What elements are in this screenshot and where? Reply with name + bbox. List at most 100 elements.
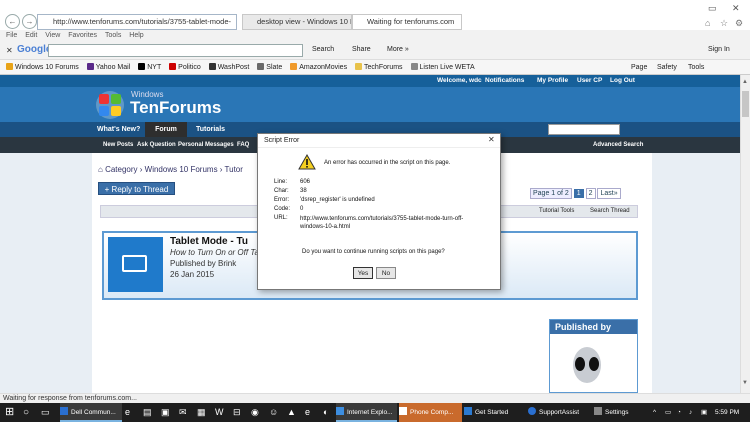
search-thread-menu[interactable]: Search Thread (590, 208, 630, 214)
fav-slate[interactable]: Slate (257, 60, 282, 75)
notification-icon[interactable]: ▣ (701, 403, 711, 422)
fav-amazon-movies[interactable]: AmazonMovies (290, 60, 347, 75)
log-out-link[interactable]: Log Out (610, 75, 635, 87)
breadcrumb-forums[interactable]: Windows 10 Forums (145, 165, 218, 174)
word-icon[interactable]: W (215, 403, 229, 422)
home-icon[interactable]: ⌂ (705, 18, 710, 28)
scroll-down-icon[interactable]: ▼ (742, 380, 748, 386)
google-search-button[interactable]: Search (312, 46, 334, 53)
mail-icon[interactable]: ✉ (179, 403, 193, 422)
start-icon[interactable]: ⊞ (5, 403, 19, 422)
clock[interactable]: 5:59 PM (715, 403, 748, 422)
network-icon[interactable]: ◔ (677, 403, 687, 422)
calculator-icon[interactable]: ⊟ (233, 403, 247, 422)
menu-view[interactable]: View (45, 32, 60, 39)
reply-to-thread-button[interactable]: + Reply to Thread (98, 182, 175, 195)
app-icon[interactable]: ▦ (197, 403, 211, 422)
page-scrollbar[interactable]: ▲ ▼ (740, 75, 750, 393)
fav-techforums[interactable]: TechForums (355, 60, 403, 75)
taskbar-settings[interactable]: Settings (594, 403, 644, 422)
ask-question-link[interactable]: Ask Question (137, 137, 176, 153)
share-button[interactable]: Share (352, 46, 371, 53)
scroll-up-icon[interactable]: ▲ (742, 79, 748, 85)
forward-button[interactable]: → (22, 14, 37, 29)
last-page-link[interactable]: Last» (597, 188, 621, 199)
fav-politico[interactable]: Politico (169, 60, 201, 75)
home-icon[interactable]: ⌂ (98, 165, 103, 174)
fav-yahoo-mail[interactable]: Yahoo Mail (86, 60, 130, 75)
page-1[interactable]: 1 (573, 189, 584, 198)
fav-washpost[interactable]: WashPost (208, 60, 249, 75)
personal-messages-link[interactable]: Personal Messages (178, 137, 234, 153)
people-icon[interactable]: ☺ (269, 403, 283, 422)
menu-favorites[interactable]: Favorites (68, 32, 97, 39)
safety-menu[interactable]: Safety (657, 60, 677, 75)
nav-whats-new[interactable]: What's New? (97, 122, 140, 137)
tab-waiting[interactable]: Waiting for tenforums.com (352, 14, 462, 30)
taskbar-label: Settings (605, 409, 629, 416)
taskbar-supportassist[interactable]: SupportAssist (528, 403, 590, 422)
page-menu[interactable]: Page (631, 60, 647, 75)
scroll-thumb[interactable] (742, 91, 749, 117)
photos-icon[interactable]: ▲ (287, 403, 301, 422)
camera-icon[interactable]: ◉ (251, 403, 265, 422)
notifications-link[interactable]: Notifications (485, 75, 524, 87)
yes-button[interactable]: Yes (353, 267, 373, 279)
advanced-search-link[interactable]: Advanced Search (593, 137, 643, 153)
tutorial-title[interactable]: Tablet Mode - Tu (170, 236, 248, 247)
last-label: Last (600, 190, 614, 197)
taskbar-dell-communications[interactable]: Dell Commun... (60, 403, 122, 422)
fav-listen-live[interactable]: Listen Live WETA (410, 60, 475, 75)
browser-icon[interactable]: ◐ (323, 403, 337, 422)
volume-icon[interactable]: ♪ (689, 403, 699, 422)
edge-icon[interactable]: e (125, 403, 139, 422)
alien-avatar[interactable] (569, 345, 605, 390)
pagination: Page 1 of 2 1 2 Last» (530, 188, 621, 199)
tray-expand-icon[interactable]: ^ (653, 403, 663, 422)
gear-icon[interactable]: ⚙ (735, 18, 743, 29)
battery-icon[interactable]: ▭ (665, 403, 675, 422)
fav-nyt[interactable]: NYT (138, 60, 161, 75)
user-cp-link[interactable]: User CP (577, 75, 602, 87)
explorer-icon[interactable]: ▤ (143, 403, 157, 422)
address-bar[interactable]: http://www.tenforums.com/tutorials/3755-… (37, 14, 237, 30)
close-icon[interactable]: ✕ (732, 3, 740, 14)
taskbar-phone-companion[interactable]: Phone Comp... (399, 403, 462, 422)
nav-forum[interactable]: Forum (145, 122, 187, 137)
google-search-input[interactable] (48, 44, 303, 57)
back-button[interactable]: ← (5, 14, 20, 29)
breadcrumb-tutorials[interactable]: Tutor (225, 165, 243, 174)
page-2[interactable]: 2 (585, 188, 596, 199)
close-toolbar-icon[interactable]: ✕ (6, 46, 13, 55)
windows-logo-icon[interactable] (93, 90, 127, 120)
politico-icon (169, 63, 177, 70)
task-view-icon[interactable]: ▭ (41, 403, 53, 422)
search-icon[interactable]: ○ (23, 403, 35, 422)
tools-menu[interactable]: Tools (688, 60, 704, 75)
taskbar-internet-explorer[interactable]: Internet Explo... (336, 403, 397, 422)
restore-icon[interactable]: ▭ (708, 3, 717, 14)
taskbar-get-started[interactable]: Get Started (464, 403, 522, 422)
my-profile-link[interactable]: My Profile (537, 75, 568, 87)
more-button[interactable]: More » (387, 46, 409, 53)
logo-text[interactable]: TenForums (130, 98, 221, 118)
store-icon[interactable]: ▣ (161, 403, 175, 422)
breadcrumb-category[interactable]: Category (105, 165, 137, 174)
menu-help[interactable]: Help (129, 32, 143, 39)
favorites-bar: Windows 10 Forums Yahoo Mail NYT Politic… (0, 60, 750, 75)
new-posts-link[interactable]: New Posts (103, 137, 133, 153)
ie-pinned-icon[interactable]: e (305, 403, 319, 422)
menu-edit[interactable]: Edit (25, 32, 37, 39)
menu-tools[interactable]: Tools (105, 32, 121, 39)
sign-in-button[interactable]: Sign In (708, 46, 730, 53)
nav-tutorials[interactable]: Tutorials (196, 122, 225, 137)
menu-file[interactable]: File (6, 32, 17, 39)
favorites-star-icon[interactable]: ☆ (720, 18, 728, 29)
site-search-input[interactable] (548, 124, 620, 135)
tab-desktop-view[interactable]: desktop view - Windows 10 Fo... (242, 14, 352, 30)
fav-windows10forums[interactable]: Windows 10 Forums (6, 60, 79, 75)
dialog-close-icon[interactable]: ✕ (488, 135, 495, 144)
faq-link[interactable]: FAQ (237, 137, 249, 153)
no-button[interactable]: No (376, 267, 396, 279)
tutorial-tools-menu[interactable]: Tutorial Tools (539, 208, 574, 214)
